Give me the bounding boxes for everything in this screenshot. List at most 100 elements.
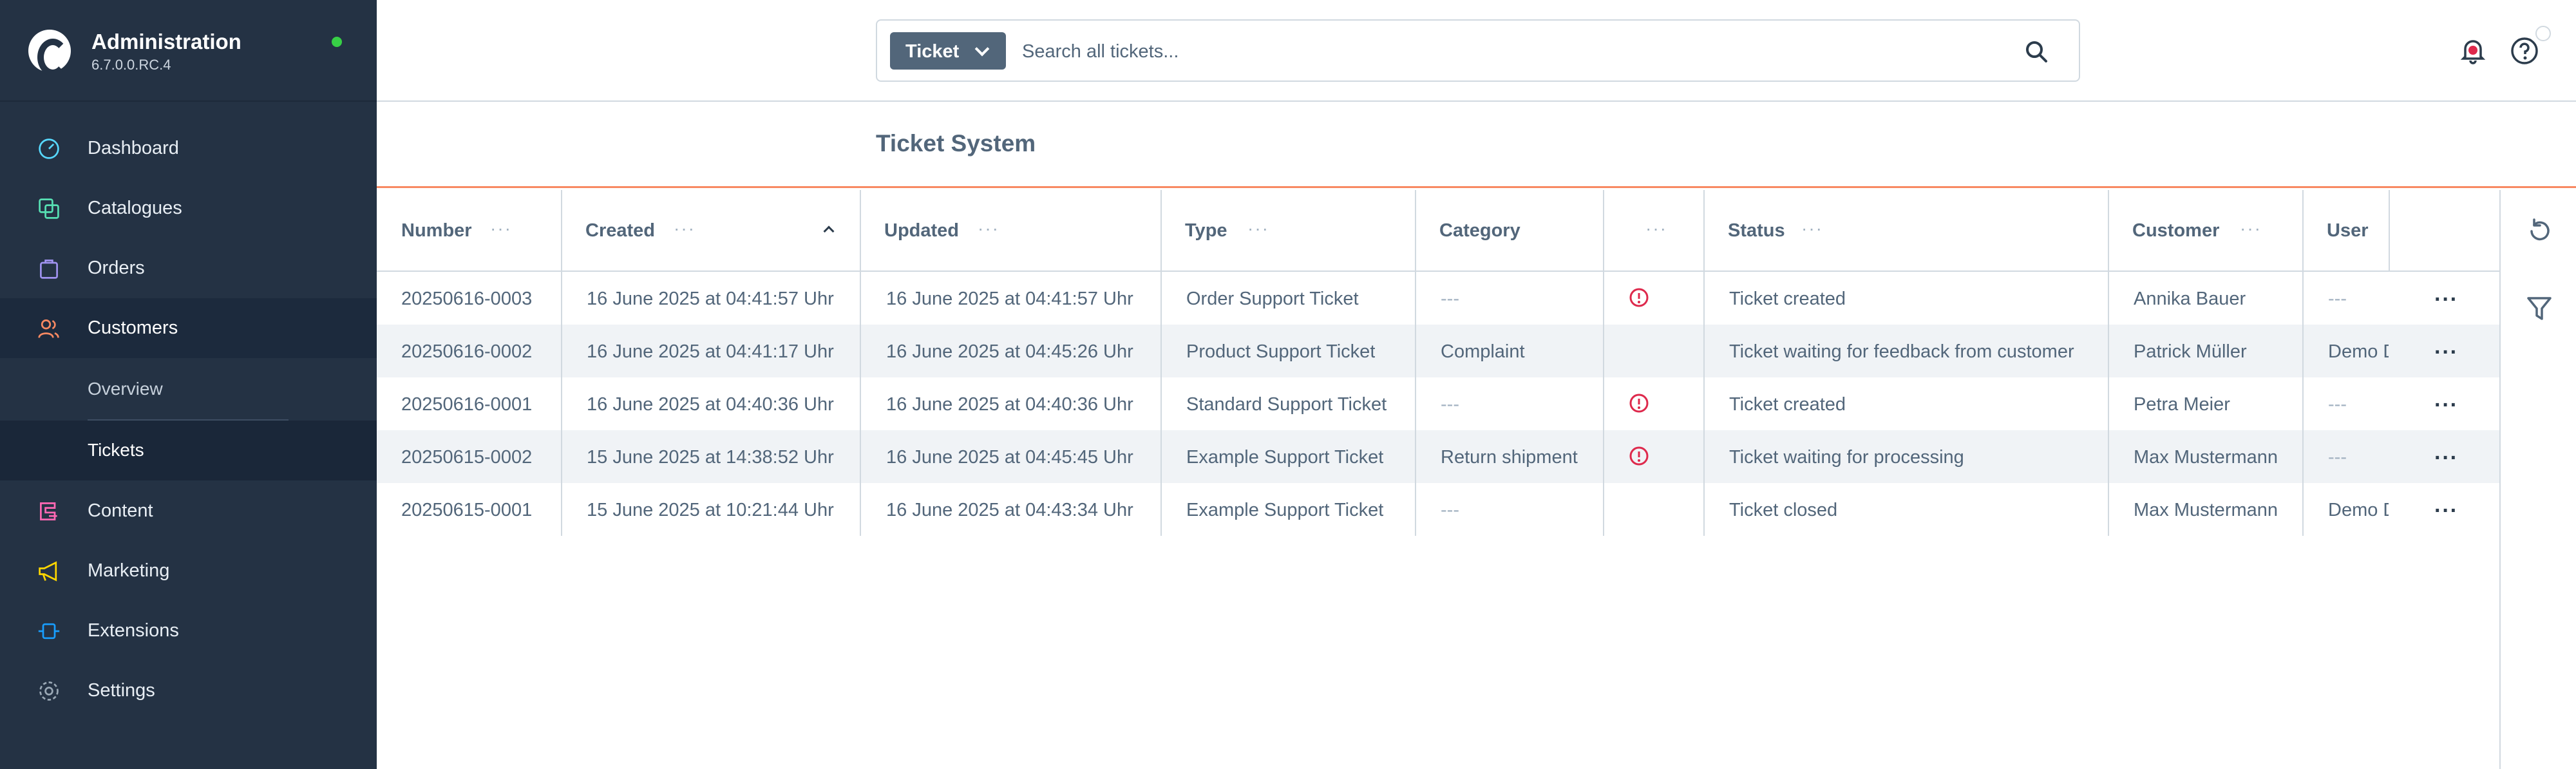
- bell-icon[interactable]: [2458, 36, 2488, 66]
- shopware-logo[interactable]: [28, 30, 71, 76]
- cell-customer: Petra Meier: [2134, 394, 2230, 415]
- column-header-label: Updated: [884, 220, 959, 241]
- sidebar-item-marketing[interactable]: Marketing: [0, 541, 377, 601]
- cell-type: Example Support Ticket: [1186, 500, 1384, 520]
- cell-type: Example Support Ticket: [1186, 447, 1384, 468]
- search-icon[interactable]: [2023, 39, 2049, 64]
- sidebar-item-customers[interactable]: Customers: [0, 298, 377, 358]
- cell-created: 16 June 2025 at 04:40:36 Uhr: [587, 394, 834, 415]
- sidebar-item-dashboard[interactable]: Dashboard: [0, 119, 377, 178]
- table-row[interactable]: 20250616-0003 16 June 2025 at 04:41:57 U…: [377, 272, 2499, 325]
- cell-created: 15 June 2025 at 14:38:52 Uhr: [587, 447, 834, 468]
- cell-created: 16 June 2025 at 04:41:57 Uhr: [587, 289, 834, 309]
- sidebar-item-label: Content: [88, 500, 153, 521]
- sidebar-item-catalogues[interactable]: Catalogues: [0, 178, 377, 238]
- column-header-flag[interactable]: ···: [1603, 190, 1703, 271]
- cell-category: Return shipment: [1441, 447, 1578, 468]
- column-options-icon[interactable]: ···: [1247, 218, 1269, 239]
- column-header-label: Created: [585, 220, 655, 241]
- more-icon[interactable]: ···: [2434, 340, 2458, 365]
- help-icon[interactable]: [2510, 36, 2539, 66]
- column-header-label: Status: [1728, 220, 1785, 241]
- cell-created: 15 June 2025 at 10:21:44 Uhr: [587, 500, 834, 520]
- table-row[interactable]: 20250616-0002 16 June 2025 at 04:41:17 U…: [377, 325, 2499, 377]
- more-icon[interactable]: ···: [2434, 393, 2458, 418]
- column-header-category[interactable]: Category: [1415, 190, 1603, 271]
- table-row[interactable]: 20250616-0001 16 June 2025 at 04:40:36 U…: [377, 377, 2499, 430]
- column-options-icon[interactable]: ···: [978, 218, 999, 239]
- cell-customer: Max Mustermann: [2134, 500, 2278, 520]
- table-row[interactable]: 20250615-0002 15 June 2025 at 14:38:52 U…: [377, 430, 2499, 483]
- column-divider[interactable]: [1160, 190, 1162, 536]
- cell-customer: Annika Bauer: [2134, 289, 2246, 309]
- column-divider[interactable]: [1415, 190, 1416, 536]
- page-header: Ticket System: [377, 103, 2576, 188]
- sidebar-item-settings[interactable]: Settings: [0, 661, 377, 721]
- column-header-created[interactable]: Created ···: [561, 190, 860, 271]
- app-version: 6.7.0.0.RC.4: [91, 57, 171, 73]
- column-divider[interactable]: [561, 190, 562, 536]
- column-divider[interactable]: [2108, 190, 2109, 536]
- more-icon[interactable]: ···: [2434, 287, 2458, 312]
- cell-updated: 16 June 2025 at 04:45:26 Uhr: [886, 341, 1133, 362]
- brand-area: Administration 6.7.0.0.RC.4: [0, 0, 377, 102]
- cell-number[interactable]: 20250616-0003: [401, 289, 532, 310]
- column-header-number[interactable]: Number ···: [377, 190, 561, 271]
- column-divider[interactable]: [2389, 190, 2390, 271]
- sidebar-item-extensions[interactable]: Extensions: [0, 601, 377, 661]
- cell-number[interactable]: 20250615-0001: [401, 500, 532, 521]
- search-type-label: Ticket: [905, 41, 960, 62]
- sidebar-item-label: Extensions: [88, 620, 179, 641]
- cell-user: Demo D: [2328, 500, 2389, 520]
- sidebar-subitem-tickets[interactable]: Tickets: [0, 421, 377, 480]
- column-header-type[interactable]: Type ···: [1160, 190, 1415, 271]
- search-input[interactable]: [1022, 35, 2001, 68]
- column-header-updated[interactable]: Updated ···: [860, 190, 1160, 271]
- warning-icon: [1629, 394, 1649, 413]
- cell-type: Order Support Ticket: [1186, 289, 1359, 309]
- cell-status: Ticket closed: [1729, 500, 1838, 520]
- column-header-customer[interactable]: Customer ···: [2108, 190, 2302, 271]
- more-icon[interactable]: ···: [2434, 498, 2458, 524]
- column-options-icon[interactable]: ···: [2240, 218, 2262, 239]
- cell-customer: Patrick Müller: [2134, 341, 2247, 362]
- content-icon: [40, 502, 57, 520]
- status-online-indicator: [332, 37, 342, 47]
- filter-icon[interactable]: [2525, 294, 2553, 323]
- column-header-label: Type: [1185, 220, 1227, 241]
- search-type-dropdown[interactable]: Ticket: [890, 32, 1006, 70]
- cell-number[interactable]: 20250615-0002: [401, 447, 532, 468]
- settings-icon: [39, 681, 59, 701]
- column-divider[interactable]: [860, 190, 861, 536]
- refresh-icon[interactable]: [2525, 217, 2553, 245]
- column-header-label: User: [2327, 220, 2369, 241]
- column-options-icon[interactable]: ···: [1645, 218, 1667, 239]
- column-options-icon[interactable]: ···: [490, 218, 512, 239]
- cell-updated: 16 June 2025 at 04:40:36 Uhr: [886, 394, 1133, 415]
- marketing-icon: [39, 561, 57, 582]
- cell-user: ---: [2328, 289, 2347, 309]
- cell-user: ---: [2328, 447, 2347, 468]
- sidebar-subitem-overview[interactable]: Overview: [0, 359, 377, 419]
- table-row[interactable]: 20250615-0001 15 June 2025 at 10:21:44 U…: [377, 483, 2499, 536]
- sidebar-item-label: Dashboard: [88, 138, 179, 158]
- sort-ascending-icon[interactable]: [823, 225, 835, 237]
- more-icon[interactable]: ···: [2434, 446, 2458, 471]
- column-divider[interactable]: [1703, 190, 1705, 536]
- sidebar-item-content[interactable]: Content: [0, 481, 377, 541]
- extensions-icon: [38, 623, 60, 640]
- column-header-status[interactable]: Status ···: [1703, 190, 2108, 271]
- column-header-user[interactable]: User: [2302, 190, 2389, 271]
- cell-number[interactable]: 20250616-0002: [401, 341, 532, 363]
- app-title: Administration: [91, 30, 242, 53]
- column-divider[interactable]: [1603, 190, 1604, 536]
- cell-status: Ticket waiting for processing: [1729, 447, 1964, 468]
- warning-icon: [1629, 446, 1649, 466]
- global-search: Ticket: [876, 19, 2080, 82]
- sidebar-item-orders[interactable]: Orders: [0, 238, 377, 298]
- column-options-icon[interactable]: ···: [1801, 218, 1823, 239]
- column-options-icon[interactable]: ···: [674, 218, 696, 239]
- cell-number[interactable]: 20250616-0001: [401, 394, 532, 415]
- column-divider[interactable]: [2302, 190, 2304, 536]
- catalogue-icon: [39, 198, 59, 219]
